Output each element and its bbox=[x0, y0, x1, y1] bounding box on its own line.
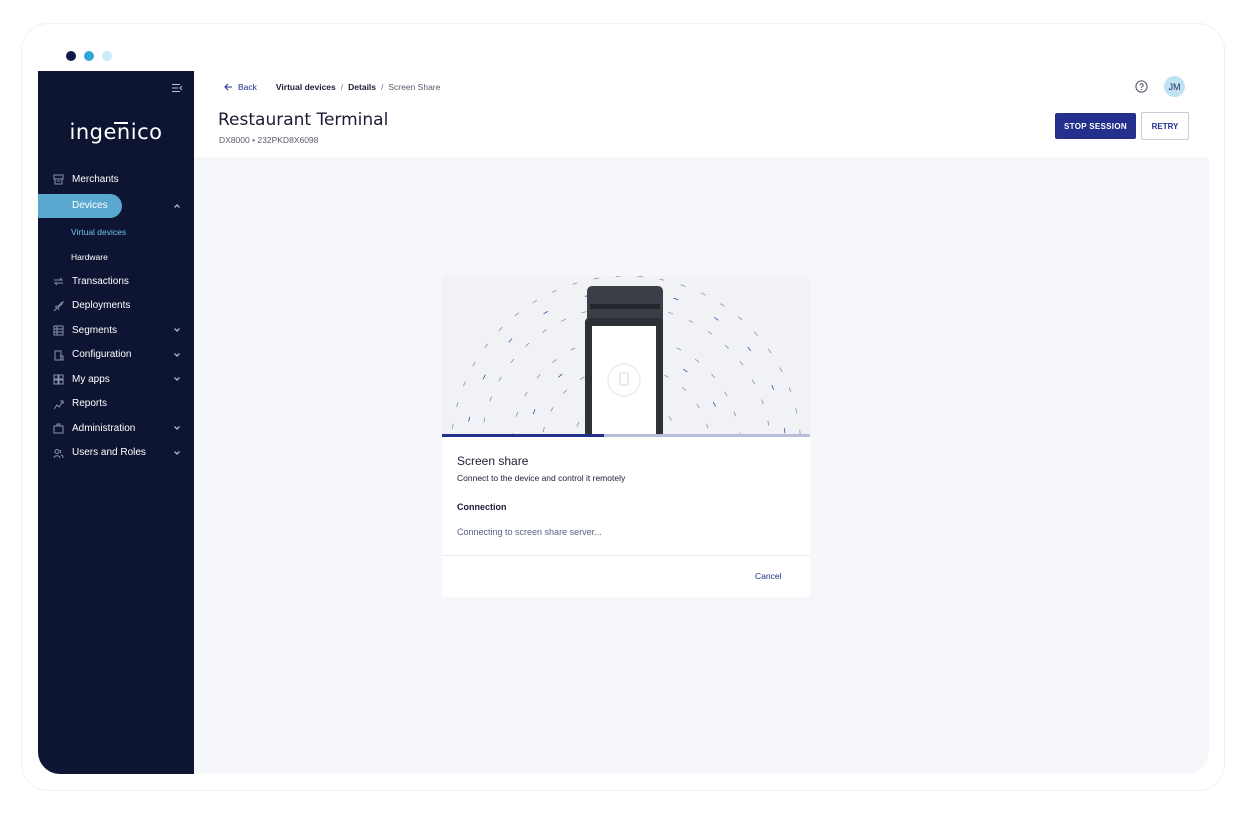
arrow-left-icon bbox=[224, 83, 232, 91]
connection-progress-bar bbox=[442, 434, 604, 437]
transfer-icon bbox=[53, 277, 64, 286]
sidebar-item-devices[interactable]: Devices bbox=[38, 193, 194, 219]
sidebar-item-label: Segments bbox=[72, 324, 118, 336]
chevron-down-icon[interactable] bbox=[173, 449, 181, 457]
help-icon[interactable] bbox=[1135, 80, 1148, 93]
sidebar-item-deployments[interactable]: Deployments bbox=[38, 294, 194, 319]
window-controls bbox=[66, 51, 112, 61]
sidebar-item-label: Configuration bbox=[72, 349, 132, 361]
retry-button[interactable]: RETRY bbox=[1141, 112, 1189, 140]
sidebar-item-segments[interactable]: Segments bbox=[38, 318, 194, 343]
chevron-down-icon[interactable] bbox=[173, 326, 181, 334]
avatar[interactable]: JM bbox=[1164, 76, 1185, 97]
chevron-up-icon[interactable] bbox=[173, 202, 181, 210]
configuration-icon bbox=[54, 350, 64, 360]
connection-status: Connecting to screen share server... bbox=[457, 527, 602, 537]
sidebar-item-label: Transactions bbox=[72, 275, 129, 287]
breadcrumb-separator: / bbox=[340, 82, 344, 92]
breadcrumb: Back Virtual devices / Details / Screen … bbox=[224, 82, 440, 92]
sidebar-item-reports[interactable]: Reports bbox=[38, 392, 194, 417]
sidebar-item-label: Administration bbox=[72, 422, 136, 434]
screen-share-dialog: Screen share Connect to the device and c… bbox=[442, 276, 810, 597]
window-dot-1[interactable] bbox=[66, 51, 76, 61]
logo-accent-bar bbox=[114, 122, 128, 124]
app: ingenico Merchants Devices Virtual devic… bbox=[38, 71, 1209, 774]
sidebar-item-administration[interactable]: Administration bbox=[38, 416, 194, 441]
back-label: Back bbox=[238, 82, 257, 92]
dialog-divider bbox=[442, 555, 810, 556]
dialog-description: Connect to the device and control it rem… bbox=[457, 473, 626, 483]
window-dot-2[interactable] bbox=[84, 51, 94, 61]
sidebar-item-users-and-roles[interactable]: Users and Roles bbox=[38, 441, 194, 466]
briefcase-icon bbox=[53, 423, 64, 434]
store-icon bbox=[53, 174, 64, 185]
sidebar-nav: Merchants Devices Virtual devices Hardwa… bbox=[38, 167, 194, 465]
sidebar-item-label: Merchants bbox=[72, 173, 119, 185]
sidebar-subitem-hardware[interactable]: Hardware bbox=[38, 245, 194, 270]
device-subtitle: DX8000 • 232PKD8X6098 bbox=[219, 135, 319, 145]
window-dot-3[interactable] bbox=[102, 51, 112, 61]
stop-session-button[interactable]: STOP SESSION bbox=[1055, 113, 1136, 139]
users-icon bbox=[53, 448, 64, 458]
cancel-button[interactable]: Cancel bbox=[755, 571, 781, 581]
back-link[interactable]: Back bbox=[224, 82, 257, 92]
sidebar-item-label: Devices bbox=[72, 200, 108, 212]
breadcrumb-current: Screen Share bbox=[388, 82, 441, 92]
sidebar-item-merchants[interactable]: Merchants bbox=[38, 167, 194, 192]
connection-label: Connection bbox=[457, 502, 507, 512]
terminal-signal-icon bbox=[451, 276, 801, 436]
sidebar-item-label: My apps bbox=[72, 373, 110, 385]
chevron-down-icon[interactable] bbox=[173, 424, 181, 432]
sidebar-item-configuration[interactable]: Configuration bbox=[38, 343, 194, 368]
sidebar: ingenico Merchants Devices Virtual devic… bbox=[38, 71, 194, 774]
chevron-down-icon[interactable] bbox=[173, 351, 181, 359]
chart-icon bbox=[53, 400, 64, 409]
sidebar-item-label: Users and Roles bbox=[72, 447, 146, 459]
chevron-down-icon[interactable] bbox=[173, 375, 181, 383]
page-title: Restaurant Terminal bbox=[218, 110, 389, 130]
breadcrumb-details[interactable]: Details bbox=[348, 82, 376, 92]
sidebar-item-my-apps[interactable]: My apps bbox=[38, 367, 194, 392]
sidebar-item-label: Reports bbox=[72, 398, 108, 410]
breadcrumb-separator: / bbox=[381, 82, 384, 92]
collapse-sidebar-icon[interactable] bbox=[171, 82, 183, 94]
dialog-title: Screen share bbox=[457, 454, 529, 468]
sidebar-item-label: Deployments bbox=[72, 300, 131, 312]
apps-icon bbox=[53, 374, 64, 385]
segments-icon bbox=[53, 325, 64, 336]
sidebar-item-transactions[interactable]: Transactions bbox=[38, 269, 194, 294]
rocket-icon bbox=[53, 300, 64, 311]
terminal-illustration bbox=[442, 276, 810, 436]
sidebar-subitem-virtual-devices[interactable]: Virtual devices bbox=[38, 220, 194, 245]
breadcrumb-virtual-devices[interactable]: Virtual devices bbox=[276, 82, 336, 92]
